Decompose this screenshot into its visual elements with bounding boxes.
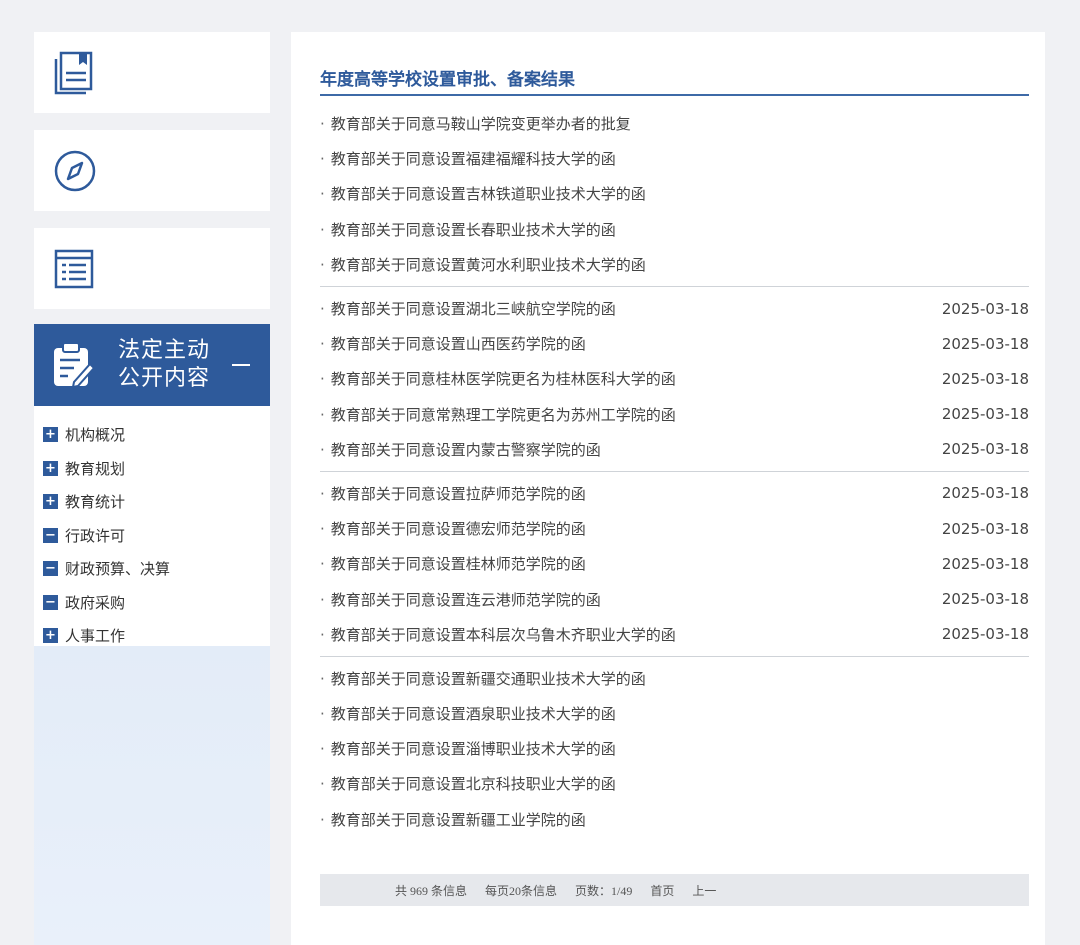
group-divider (320, 285, 1029, 287)
list-item-link[interactable]: 教育部关于同意设置新疆工业学院的函 (320, 809, 586, 830)
category-item[interactable]: − 政府采购 (34, 586, 270, 620)
list-item-link[interactable]: 教育部关于同意设置连云港师范学院的函 (320, 589, 601, 610)
group-divider (320, 655, 1029, 657)
list-item[interactable]: 教育部关于同意设置北京科技职业大学的函 (320, 766, 1029, 801)
list-item[interactable]: 教育部关于同意设置连云港师范学院的函 2025-03-18 (320, 581, 1029, 616)
active-category-label: 法定主动 公开内容 (118, 337, 218, 393)
category-label: 教育规划 (65, 459, 126, 478)
category-label: 教育统计 (65, 493, 126, 512)
list-item-date: 2025-03-18 (941, 405, 1029, 424)
clipboard-edit-icon (54, 342, 96, 389)
list-item[interactable]: 教育部关于同意设置山西医药学院的函 2025-03-18 (320, 326, 1029, 361)
pager-prev[interactable]: 上一 (692, 882, 716, 899)
list-item-date: 2025-03-18 (941, 625, 1029, 644)
list-item-date: 2025-03-18 (941, 440, 1029, 459)
collapse-icon[interactable]: − (43, 527, 58, 543)
list-item-link[interactable]: 教育部关于同意设置吉林铁道职业技术大学的函 (320, 183, 646, 204)
list-item-link[interactable]: 教育部关于同意设置本科层次乌鲁木齐职业大学的函 (320, 624, 676, 645)
list-item[interactable]: 教育部关于同意桂林医学院更名为桂林医科大学的函 2025-03-18 (320, 361, 1029, 396)
expand-icon[interactable]: + (43, 427, 58, 443)
list-item-date: 2025-03-18 (941, 590, 1029, 609)
active-category-line2: 公开内容 (118, 366, 211, 391)
list-item[interactable]: 教育部关于同意常熟理工学院更名为苏州工学院的函 2025-03-18 (320, 397, 1029, 432)
list-item-date: 2025-03-18 (941, 554, 1029, 573)
category-item[interactable]: − 财政预算、决算 (34, 552, 270, 586)
category-label: 行政许可 (65, 526, 126, 545)
list-item-link[interactable]: 教育部关于同意设置新疆交通职业技术大学的函 (320, 668, 646, 689)
list-item-link[interactable]: 教育部关于同意设置北京科技职业大学的函 (320, 773, 616, 794)
category-item[interactable]: + 教育规划 (34, 452, 270, 486)
category-item[interactable]: + 教育统计 (34, 485, 270, 519)
list-item[interactable]: 教育部关于同意设置桂林师范学院的函 2025-03-18 (320, 546, 1029, 581)
pager-total: 共 969 条信息 (395, 883, 468, 898)
collapse-icon[interactable] (232, 364, 250, 366)
list-item-date: 2025-03-18 (941, 334, 1029, 353)
newspaper-icon (54, 249, 94, 288)
compass-icon (54, 150, 96, 191)
list-item-date: 2025-03-18 (941, 519, 1029, 538)
list-item[interactable]: 教育部关于同意设置吉林铁道职业技术大学的函 (320, 176, 1029, 211)
active-category-card[interactable]: 法定主动 公开内容 (34, 324, 270, 406)
list-item-link[interactable]: 教育部关于同意常熟理工学院更名为苏州工学院的函 (320, 404, 676, 425)
list-item-link[interactable]: 教育部关于同意桂林医学院更名为桂林医科大学的函 (320, 368, 676, 389)
page-title: 年度高等学校设置审批、备案结果 (320, 65, 1029, 96)
category-item[interactable]: − 行政许可 (34, 519, 270, 553)
list-item[interactable]: 教育部关于同意设置德宏师范学院的函 2025-03-18 (320, 511, 1029, 546)
main-panel: 年度高等学校设置审批、备案结果 教育部关于同意马鞍山学院变更举办者的批复教育部关… (291, 32, 1045, 945)
category-label: 人事工作 (65, 627, 126, 646)
category-label: 机构概况 (65, 426, 126, 445)
category-label: 财政预算、决算 (65, 560, 171, 579)
list-item[interactable]: 教育部关于同意设置新疆交通职业技术大学的函 (320, 661, 1029, 696)
category-list-faded (34, 646, 270, 945)
category-list: + 机构概况 + 教育规划 + 教育统计 − 行政许可 − 财政预算、决算 − 政府采购 + 人事工作 (34, 406, 270, 646)
list-item[interactable]: 教育部关于同意设置长春职业技术大学的函 (320, 212, 1029, 247)
list-item-link[interactable]: 教育部关于同意设置长春职业技术大学的函 (320, 219, 616, 240)
collapse-icon[interactable]: − (43, 561, 58, 577)
list-item[interactable]: 教育部关于同意设置淄博职业技术大学的函 (320, 731, 1029, 766)
list-item-link[interactable]: 教育部关于同意设置黄河水利职业技术大学的函 (320, 254, 646, 275)
document-list: 教育部关于同意马鞍山学院变更举办者的批复教育部关于同意设置福建福耀科技大学的函教… (320, 106, 1029, 837)
sidebar: 法定主动 公开内容 + 机构概况 + 教育规划 + 教育统计 − 行政许可 − 财政预算、决算 − 政… (34, 32, 270, 945)
pagination: 共 969 条信息 每页20条信息 页数：1/49 首页 上一 (320, 874, 1029, 906)
nav-card-compass[interactable] (34, 130, 270, 211)
expand-icon[interactable]: + (43, 628, 58, 644)
pager-per-page: 每页20条信息 (485, 883, 558, 898)
list-item[interactable]: 教育部关于同意设置拉萨师范学院的函 2025-03-18 (320, 476, 1029, 511)
list-item-link[interactable]: 教育部关于同意设置拉萨师范学院的函 (320, 483, 586, 504)
list-item-link[interactable]: 教育部关于同意设置桂林师范学院的函 (320, 553, 586, 574)
list-item-link[interactable]: 教育部关于同意设置内蒙古警察学院的函 (320, 439, 601, 460)
list-item-date: 2025-03-18 (941, 299, 1029, 318)
list-item[interactable]: 教育部关于同意设置内蒙古警察学院的函 2025-03-18 (320, 432, 1029, 467)
list-item-link[interactable]: 教育部关于同意设置湖北三峡航空学院的函 (320, 298, 616, 319)
pager-pages: 页数：1/49 (575, 883, 633, 898)
expand-icon[interactable]: + (43, 494, 58, 510)
list-item[interactable]: 教育部关于同意设置湖北三峡航空学院的函 2025-03-18 (320, 291, 1029, 326)
list-item[interactable]: 教育部关于同意设置本科层次乌鲁木齐职业大学的函 2025-03-18 (320, 617, 1029, 652)
pager-first[interactable]: 首页 (650, 882, 674, 899)
list-item[interactable]: 教育部关于同意设置黄河水利职业技术大学的函 (320, 247, 1029, 282)
list-item-date: 2025-03-18 (941, 369, 1029, 388)
list-item-link[interactable]: 教育部关于同意设置德宏师范学院的函 (320, 518, 586, 539)
expand-icon[interactable]: + (43, 460, 58, 476)
book-icon (54, 51, 93, 94)
list-item[interactable]: 教育部关于同意设置酒泉职业技术大学的函 (320, 696, 1029, 731)
category-item[interactable]: + 机构概况 (34, 418, 270, 452)
list-item[interactable]: 教育部关于同意设置福建福耀科技大学的函 (320, 141, 1029, 176)
nav-card-book[interactable] (34, 32, 270, 113)
collapse-icon[interactable]: − (43, 594, 58, 610)
list-item-link[interactable]: 教育部关于同意设置福建福耀科技大学的函 (320, 148, 616, 169)
list-item-link[interactable]: 教育部关于同意设置酒泉职业技术大学的函 (320, 703, 616, 724)
category-label: 政府采购 (65, 593, 126, 612)
active-category-line1: 法定主动 (118, 338, 211, 363)
list-item[interactable]: 教育部关于同意马鞍山学院变更举办者的批复 (320, 106, 1029, 141)
list-item-link[interactable]: 教育部关于同意设置山西医药学院的函 (320, 333, 586, 354)
list-item-date: 2025-03-18 (941, 484, 1029, 503)
list-item[interactable]: 教育部关于同意设置新疆工业学院的函 (320, 802, 1029, 837)
list-item-link[interactable]: 教育部关于同意设置淄博职业技术大学的函 (320, 738, 616, 759)
list-item-link[interactable]: 教育部关于同意马鞍山学院变更举办者的批复 (320, 113, 631, 134)
nav-card-news[interactable] (34, 228, 270, 309)
group-divider (320, 470, 1029, 472)
